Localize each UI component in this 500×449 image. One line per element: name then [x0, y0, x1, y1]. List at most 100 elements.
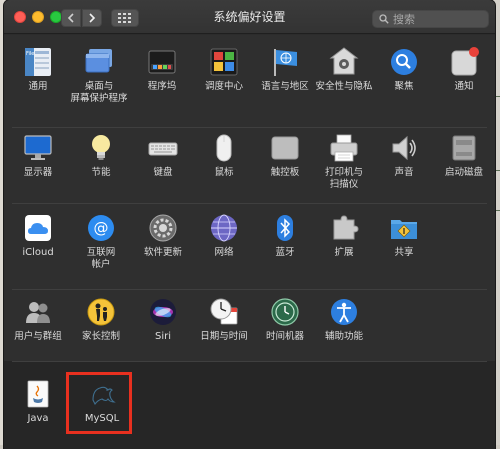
sharing-icon	[391, 220, 417, 239]
chevron-right-icon	[89, 13, 96, 23]
pref-pane-dock[interactable]: 程序坞	[131, 46, 193, 93]
bluetooth-icon	[277, 215, 293, 241]
pref-pane-security-privacy[interactable]: 安全性与隐私	[313, 46, 375, 93]
desktop-screensaver-icon	[85, 49, 112, 73]
pref-pane-label: 键盘	[153, 167, 173, 178]
pref-pane-keyboard[interactable]: 键盘	[132, 132, 194, 179]
show-all-button[interactable]	[111, 9, 139, 27]
pref-pane-language-region[interactable]: 语言与地区	[254, 46, 316, 93]
general-icon: File	[25, 48, 51, 76]
pref-pane-label: 用户与群组	[14, 331, 62, 342]
pref-pane-label: 鼠标	[214, 167, 234, 178]
security-privacy-icon	[329, 47, 359, 75]
pref-pane-label: 时间机器	[265, 331, 304, 342]
mysql-highlight-box	[66, 372, 132, 434]
time-machine-icon	[271, 298, 299, 326]
svg-text:@: @	[94, 219, 109, 237]
section-divider	[12, 289, 487, 290]
pref-pane-label: 家长控制	[81, 331, 120, 342]
section-divider	[12, 203, 487, 204]
pref-pane-energy-saver[interactable]: 节能	[70, 132, 132, 179]
forward-button[interactable]	[82, 9, 102, 27]
accessibility-icon	[331, 299, 357, 325]
parental-controls-icon	[87, 298, 115, 326]
language-region-icon	[274, 49, 297, 76]
pref-pane-spotlight[interactable]: 聚焦	[373, 46, 435, 93]
pref-pane-bluetooth[interactable]: 蓝牙	[254, 212, 316, 259]
close-window-button[interactable]	[14, 11, 26, 23]
pref-pane-label: 语言与地区	[261, 81, 309, 92]
pref-pane-software-update[interactable]: 软件更新	[132, 212, 194, 259]
pref-pane-extensions[interactable]: 扩展	[313, 212, 375, 259]
search-field[interactable]	[372, 10, 489, 28]
pref-pane-desktop-screensaver[interactable]: 桌面与 屏幕保护程序	[68, 46, 130, 105]
notifications-icon	[451, 47, 479, 76]
pref-pane-mission-control[interactable]: 调度中心	[193, 46, 255, 93]
pref-pane-label: 通用	[28, 81, 48, 92]
pref-pane-label: 安全性与隐私	[315, 81, 373, 92]
extensions-icon	[333, 215, 359, 240]
pref-pane-label: 蓝牙	[275, 247, 295, 258]
pref-pane-label: 辅助功能	[324, 331, 363, 342]
software-update-icon	[149, 214, 177, 242]
pref-pane-siri[interactable]: Siri	[132, 296, 194, 343]
minimize-window-button[interactable]	[32, 11, 44, 23]
pref-pane-date-time[interactable]: 日期与时间	[193, 296, 255, 343]
pref-pane-label: 通知	[454, 81, 474, 92]
pref-pane-network[interactable]: 网络	[193, 212, 255, 259]
pref-pane-label: 节能	[91, 167, 111, 178]
pref-pane-label: 日期与时间	[200, 331, 248, 342]
pref-pane-sound[interactable]: 声音	[373, 132, 435, 179]
svg-text:File: File	[26, 51, 34, 57]
users-groups-icon	[26, 302, 50, 323]
pref-pane-java[interactable]: Java	[7, 378, 69, 425]
grid-icon	[118, 13, 131, 23]
chevron-left-icon	[67, 13, 74, 23]
pref-pane-label: 调度中心	[204, 81, 243, 92]
mouse-icon	[216, 134, 232, 162]
pref-pane-label: 桌面与 屏幕保护程序	[70, 81, 128, 104]
pref-pane-label: 共享	[394, 247, 414, 258]
pref-pane-label: Java	[27, 413, 49, 424]
pref-pane-label: 触控板	[270, 167, 300, 178]
pref-pane-trackpad[interactable]: 触控板	[254, 132, 316, 179]
pref-pane-label: Siri	[154, 331, 171, 342]
pref-pane-displays[interactable]: 显示器	[7, 132, 69, 179]
back-button[interactable]	[61, 9, 81, 27]
pref-pane-label: 聚焦	[394, 81, 414, 92]
sound-icon	[392, 135, 416, 161]
pref-pane-users-groups[interactable]: 用户与群组	[7, 296, 69, 343]
search-icon	[379, 14, 389, 24]
section-divider	[12, 127, 487, 128]
date-time-icon	[210, 298, 238, 325]
search-input[interactable]	[393, 12, 483, 26]
pref-pane-label: 声音	[394, 167, 414, 178]
pref-pane-notifications[interactable]: 通知	[433, 46, 495, 93]
pref-pane-label: 显示器	[23, 167, 53, 178]
pref-pane-label: 互联网 帐户	[86, 247, 116, 270]
pref-pane-label: 软件更新	[143, 247, 182, 258]
trackpad-icon	[271, 136, 299, 160]
pref-pane-printers-scanners[interactable]: 打印机与 扫描仪	[313, 132, 375, 191]
pref-pane-icloud[interactable]: iCloud	[7, 212, 69, 259]
pref-pane-label: 启动磁盘	[444, 167, 483, 178]
java-icon	[27, 380, 49, 408]
startup-disk-icon	[452, 135, 476, 161]
dock-icon	[148, 50, 176, 74]
system-preferences-window: 系统偏好设置 File 通用	[4, 0, 495, 449]
pref-pane-startup-disk[interactable]: 启动磁盘	[433, 132, 495, 179]
pref-pane-mouse[interactable]: 鼠标	[193, 132, 255, 179]
pref-pane-parental-controls[interactable]: 家长控制	[70, 296, 132, 343]
printers-scanners-icon	[330, 134, 358, 162]
pref-pane-internet-accounts[interactable]: @ 互联网 帐户	[70, 212, 132, 271]
pref-pane-sharing[interactable]: 共享	[373, 212, 435, 259]
title-bar: 系统偏好设置	[4, 0, 495, 34]
pref-pane-accessibility[interactable]: 辅助功能	[313, 296, 375, 343]
internet-accounts-icon: @	[88, 215, 114, 241]
pref-pane-label: 打印机与 扫描仪	[324, 167, 363, 190]
energy-saver-icon	[92, 135, 110, 160]
pref-pane-label: 扩展	[334, 247, 354, 258]
pref-pane-label: 程序坞	[147, 81, 177, 92]
pref-pane-general[interactable]: File 通用	[7, 46, 69, 93]
pref-pane-time-machine[interactable]: 时间机器	[254, 296, 316, 343]
